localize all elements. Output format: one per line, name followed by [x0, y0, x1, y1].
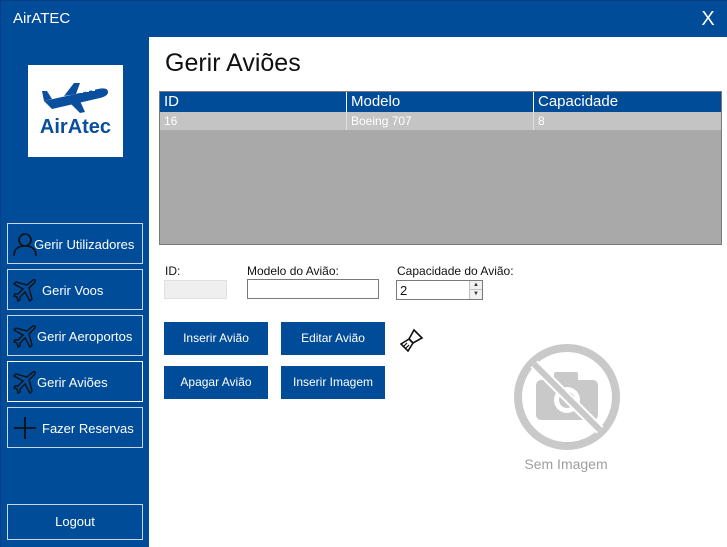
- capacity-value: 2: [400, 283, 408, 298]
- no-image-label: Sem Imagem: [524, 456, 608, 472]
- spin-down-button[interactable]: ▼: [470, 290, 482, 299]
- cell-id: 16: [164, 114, 178, 128]
- cell-capacidade: 8: [533, 112, 721, 130]
- id-field: [164, 280, 227, 299]
- logout-button[interactable]: Logout: [7, 504, 143, 540]
- column-header-modelo[interactable]: Modelo: [346, 92, 533, 112]
- spin-buttons: ▲ ▼: [469, 281, 482, 299]
- logo: AirAtec: [28, 65, 123, 157]
- insert-plane-button[interactable]: Inserir Avião: [164, 322, 268, 355]
- logo-text: AirAtec: [39, 116, 112, 138]
- airplane-icon: [42, 83, 108, 113]
- delete-plane-button[interactable]: Apagar Avião: [164, 366, 268, 399]
- nav-gerir-aeroportos[interactable]: Gerir Aeroportos: [7, 315, 143, 356]
- nav-fazer-reservas[interactable]: Fazer Reservas: [7, 407, 143, 448]
- planes-grid[interactable]: ID Modelo Capacidade 16 Boeing 707 8: [159, 91, 722, 245]
- insert-image-button[interactable]: Inserir Imagem: [281, 366, 385, 399]
- airplane-icon: [12, 279, 36, 303]
- nav-gerir-utilizadores[interactable]: Gerir Utilizadores: [7, 223, 143, 264]
- page-title: Gerir Aviões: [165, 49, 301, 77]
- close-button[interactable]: X: [694, 5, 722, 33]
- nav-gerir-avioes[interactable]: Gerir Aviões: [7, 361, 143, 402]
- sidebar: AirAtec Gerir Utilizadores Gerir Voos Ge…: [1, 37, 149, 547]
- cell-modelo: Boeing 707: [346, 112, 533, 130]
- table-row[interactable]: 16 Boeing 707 8: [160, 112, 721, 130]
- window-title: AirATEC: [13, 10, 71, 27]
- column-header-capacidade[interactable]: Capacidade: [533, 92, 721, 112]
- model-label: Modelo do Avião:: [247, 264, 339, 278]
- airplane-icon: [12, 325, 36, 349]
- brush-icon[interactable]: [399, 327, 425, 353]
- nav-label: Fazer Reservas: [42, 421, 134, 436]
- model-field[interactable]: [247, 279, 379, 299]
- no-camera-icon: [514, 344, 620, 450]
- column-header-id[interactable]: ID: [160, 92, 346, 112]
- nav-label: Gerir Aviões: [37, 375, 108, 390]
- plus-icon: [14, 417, 36, 439]
- capacity-stepper[interactable]: 2 ▲ ▼: [396, 280, 483, 300]
- id-label: ID:: [165, 264, 181, 278]
- nav-label: Gerir Utilizadores: [34, 237, 135, 252]
- nav-label: Gerir Voos: [42, 283, 104, 298]
- capacity-label: Capacidade do Avião:: [397, 264, 514, 278]
- airplane-icon: [12, 371, 36, 395]
- nav-label: Gerir Aeroportos: [37, 329, 133, 344]
- nav-gerir-voos[interactable]: Gerir Voos: [7, 269, 143, 310]
- app-window: AirATEC X AirAtec Gerir Utilizadores Ger…: [0, 0, 727, 547]
- grid-header: ID Modelo Capacidade: [160, 92, 721, 112]
- edit-plane-button[interactable]: Editar Avião: [281, 322, 385, 355]
- spin-up-button[interactable]: ▲: [470, 281, 482, 290]
- title-bar: AirATEC X: [1, 1, 727, 37]
- main-panel: Gerir Aviões ID Modelo Capacidade 16 Boe…: [149, 37, 727, 547]
